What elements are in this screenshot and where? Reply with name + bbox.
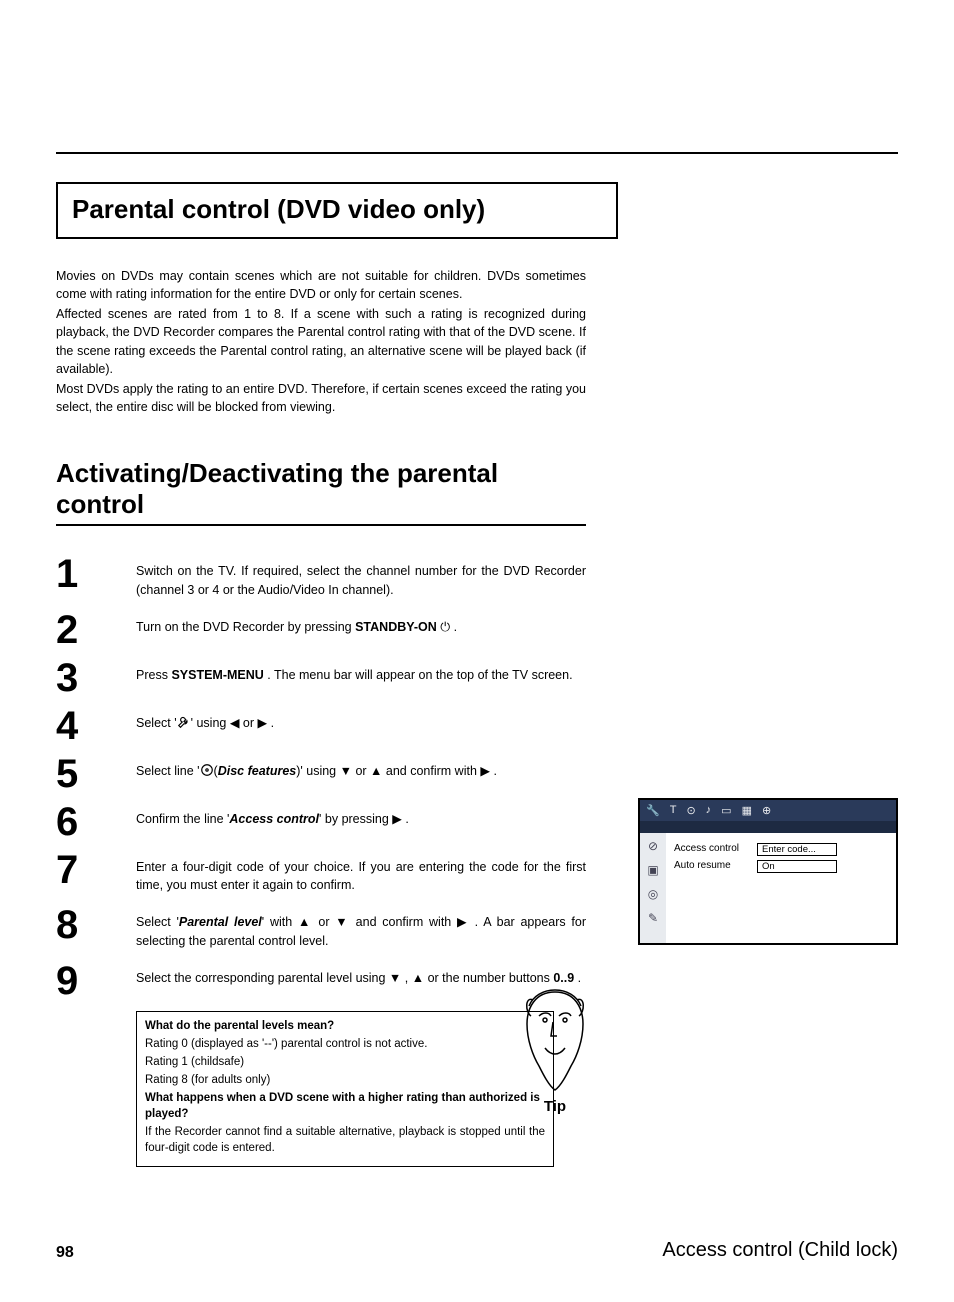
section-underline bbox=[56, 524, 586, 526]
step-row: 9 Select the corresponding parental leve… bbox=[56, 963, 586, 999]
step-bold: 0..9 bbox=[553, 971, 574, 985]
intro-p1: Movies on DVDs may contain scenes which … bbox=[56, 267, 586, 303]
step-text: Select 'Parental level' with ▲ or ▼ and … bbox=[136, 907, 586, 951]
tip-face: Tip bbox=[510, 986, 600, 1115]
tip-answer: Rating 0 (displayed as '--') parental co… bbox=[145, 1036, 545, 1052]
step-text-span: ' using ◀ or ▶ . bbox=[191, 716, 274, 730]
osd-top-icon: ♪ bbox=[706, 804, 712, 817]
step-text: Select line '(Disc features)' using ▼ or… bbox=[136, 756, 586, 783]
step-number: 8 bbox=[56, 907, 136, 943]
step-text: Turn on the DVD Recorder by pressing STA… bbox=[136, 612, 586, 637]
boxed-title-text: Parental control (DVD video only) bbox=[72, 194, 602, 225]
step-bold-italic: Parental level bbox=[179, 915, 262, 929]
step-number: 5 bbox=[56, 756, 136, 792]
osd-top-icon: T bbox=[670, 804, 677, 817]
osd-top-icon: ⊕ bbox=[762, 804, 771, 817]
step-number: 3 bbox=[56, 660, 136, 696]
step-text-span: . bbox=[574, 971, 581, 985]
osd-label: Auto resume bbox=[674, 860, 739, 871]
step-text-span: Select the corresponding parental level … bbox=[136, 971, 553, 985]
step-bold-italic: Access control bbox=[229, 812, 319, 826]
intro-p2: Affected scenes are rated from 1 to 8. I… bbox=[56, 305, 586, 378]
step-row: 2 Turn on the DVD Recorder by pressing S… bbox=[56, 612, 586, 648]
osd-top-icon: ▦ bbox=[742, 804, 752, 817]
step-bold: SYSTEM-MENU bbox=[171, 668, 263, 682]
step-text-span: Press bbox=[136, 668, 171, 682]
tip-box: What do the parental levels mean? Rating… bbox=[136, 1011, 554, 1168]
step-row: 7 Enter a four-digit code of your choice… bbox=[56, 852, 586, 896]
osd-side-icon: ⊘ bbox=[648, 839, 658, 853]
step-row: 6 Confirm the line 'Access control' by p… bbox=[56, 804, 586, 840]
wrench-icon bbox=[177, 715, 191, 735]
step-text: Enter a four-digit code of your choice. … bbox=[136, 852, 586, 896]
osd-field: Enter code... bbox=[757, 843, 837, 856]
step-text-span: Select line ' bbox=[136, 764, 200, 778]
disc-icon bbox=[200, 763, 214, 783]
tip-answer: If the Recorder cannot find a suitable a… bbox=[145, 1124, 545, 1156]
step-text-span: )' using ▼ or ▲ and confirm with ▶ . bbox=[296, 764, 497, 778]
osd-side-icon: ▣ bbox=[647, 863, 658, 877]
tip-label: Tip bbox=[510, 1098, 600, 1115]
step-text-span: ⏻ . bbox=[437, 620, 457, 634]
face-icon bbox=[515, 986, 595, 1096]
step-text-span: Select ' bbox=[136, 915, 179, 929]
osd-top-icon: ▭ bbox=[721, 804, 731, 817]
osd-side-icon: ◎ bbox=[648, 887, 658, 901]
step-row: 5 Select line '(Disc features)' using ▼ … bbox=[56, 756, 586, 792]
osd-menu-bar: 🔧 T ⊙ ♪ ▭ ▦ ⊕ bbox=[640, 800, 896, 821]
osd-side-icon: ✎ bbox=[648, 911, 658, 925]
step-text: Select ' ' using ◀ or ▶ . bbox=[136, 708, 586, 735]
step-text-span: Turn on the DVD Recorder by pressing bbox=[136, 620, 355, 634]
osd-side-icons: ⊘ ▣ ◎ ✎ bbox=[640, 833, 666, 943]
page-footer: 98 Access control (Child lock) bbox=[56, 1239, 898, 1262]
osd-figure: 🔧 T ⊙ ♪ ▭ ▦ ⊕ ⊘ ▣ ◎ ✎ Access control bbox=[638, 798, 898, 945]
tip-answer: Rating 1 (childsafe) bbox=[145, 1054, 545, 1070]
step-row: 1 Switch on the TV. If required, select … bbox=[56, 556, 586, 600]
osd-body: ⊘ ▣ ◎ ✎ Access control Auto resume Enter… bbox=[640, 833, 896, 943]
step-row: 3 Press SYSTEM-MENU . The menu bar will … bbox=[56, 660, 586, 696]
boxed-title: Parental control (DVD video only) bbox=[56, 182, 618, 239]
step-row: 4 Select ' ' using ◀ or ▶ . bbox=[56, 708, 586, 744]
step-number: 6 bbox=[56, 804, 136, 840]
tip-answer: Rating 8 (for adults only) bbox=[145, 1072, 545, 1088]
osd-sub-bar bbox=[640, 821, 896, 833]
footer-title: Access control (Child lock) bbox=[662, 1239, 898, 1262]
step-text: Switch on the TV. If required, select th… bbox=[136, 556, 586, 600]
osd-field: On bbox=[757, 860, 837, 873]
osd-main: Access control Auto resume Enter code...… bbox=[666, 833, 896, 943]
step-text-span: Enter a four-digit code of your choice. … bbox=[136, 860, 586, 893]
step-bold: STANDBY-ON bbox=[355, 620, 437, 634]
step-row: 8 Select 'Parental level' with ▲ or ▼ an… bbox=[56, 907, 586, 951]
intro-block: Movies on DVDs may contain scenes which … bbox=[56, 267, 586, 416]
osd-top-icon: 🔧 bbox=[646, 804, 660, 817]
step-text-span: Select ' bbox=[136, 716, 177, 730]
step-bold-italic: Disc features bbox=[218, 764, 297, 778]
step-number: 7 bbox=[56, 852, 136, 888]
osd-top-icon: ⊙ bbox=[686, 804, 695, 817]
step-text-span: ' by pressing ▶ . bbox=[319, 812, 409, 826]
osd-box: 🔧 T ⊙ ♪ ▭ ▦ ⊕ ⊘ ▣ ◎ ✎ Access control bbox=[638, 798, 898, 945]
section-title: Activating/Deactivating the parental con… bbox=[56, 458, 586, 520]
page-number: 98 bbox=[56, 1244, 74, 1262]
tip-question: What happens when a DVD scene with a hig… bbox=[145, 1090, 545, 1122]
step-text: Press SYSTEM-MENU . The menu bar will ap… bbox=[136, 660, 586, 685]
step-text-span: Confirm the line ' bbox=[136, 812, 229, 826]
tip-question: What do the parental levels mean? bbox=[145, 1018, 545, 1034]
step-text-span: Switch on the TV. If required, select th… bbox=[136, 564, 586, 597]
step-number: 9 bbox=[56, 963, 136, 999]
step-text: Confirm the line 'Access control' by pre… bbox=[136, 804, 586, 829]
step-number: 4 bbox=[56, 708, 136, 744]
top-rule bbox=[56, 152, 898, 154]
intro-p3: Most DVDs apply the rating to an entire … bbox=[56, 380, 586, 416]
osd-label: Access control bbox=[674, 843, 739, 854]
steps-list: 1 Switch on the TV. If required, select … bbox=[56, 556, 586, 1167]
step-text: Select the corresponding parental level … bbox=[136, 963, 586, 988]
step-number: 1 bbox=[56, 556, 136, 592]
step-number: 2 bbox=[56, 612, 136, 648]
step-text-span: . The menu bar will appear on the top of… bbox=[264, 668, 573, 682]
